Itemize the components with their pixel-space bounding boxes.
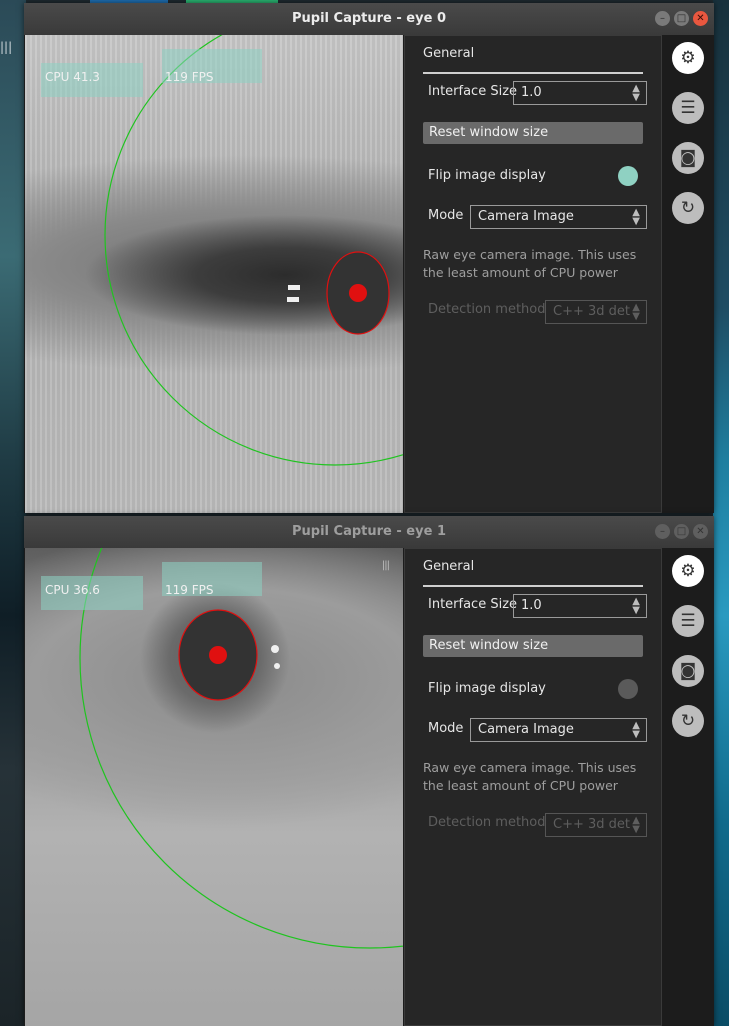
detection-method-value: C++ 3d det — [553, 817, 630, 832]
maximize-button[interactable]: □ — [674, 11, 689, 26]
3d-model-reset-icon[interactable]: ↻ — [672, 705, 704, 737]
reset-window-size-button[interactable]: Reset window size — [423, 635, 643, 657]
flip-image-toggle[interactable] — [618, 679, 638, 699]
general-settings-panel: General Interface Size 1.0 ▲ ▼ Reset wind… — [404, 35, 662, 513]
mode-value: Camera Image — [478, 722, 574, 737]
eye-camera-image[interactable]: CPU 41.3 119 FPS — [25, 35, 403, 513]
interface-size-select[interactable]: 1.0 ▲ ▼ — [513, 81, 647, 105]
glint — [274, 663, 280, 669]
desktop-background-left — [0, 0, 26, 1026]
chevron-down-icon: ▲ ▼ — [632, 720, 640, 740]
window-controls: – □ ✕ — [655, 11, 708, 26]
window-content: CPU 41.3 119 FPS General Interface Size … — [24, 35, 714, 513]
settings-gear-icon[interactable]: ⚙ — [672, 42, 704, 74]
glint — [271, 645, 279, 653]
chevron-down-icon: ▲ ▼ — [632, 83, 640, 103]
mode-select[interactable]: Camera Image ▲ ▼ — [470, 205, 647, 229]
minimize-button[interactable]: – — [655, 11, 670, 26]
mode-label: Mode — [428, 721, 464, 736]
chevron-down-icon: ▲ ▼ — [632, 207, 640, 227]
window-content: CPU 36.6 119 FPS ||| General Interface S… — [24, 548, 714, 1026]
flip-image-toggle[interactable] — [618, 166, 638, 186]
divider — [423, 72, 643, 74]
detection-method-label: Detection method — [428, 302, 546, 317]
minimize-button[interactable]: – — [655, 524, 670, 539]
interface-size-value: 1.0 — [521, 598, 542, 613]
menu-icon-bar: ⚙ ☰ ◙ ↻ — [662, 35, 714, 513]
eye-model-circle — [104, 35, 403, 466]
eye1-window: Pupil Capture - eye 1 – □ ✕ CPU 36.6 119… — [24, 516, 714, 1026]
eye0-window: Pupil Capture - eye 0 – □ ✕ CPU 41.3 119… — [24, 3, 714, 513]
plugin-list-icon[interactable]: ☰ — [672, 605, 704, 637]
camera-icon[interactable]: ◙ — [672, 142, 704, 174]
window-title: Pupil Capture - eye 0 — [292, 11, 446, 26]
eye-overlay — [79, 548, 403, 949]
maximize-button[interactable]: □ — [674, 524, 689, 539]
mode-description: Raw eye camera image. This uses the leas… — [423, 760, 637, 793]
mode-select[interactable]: Camera Image ▲ ▼ — [470, 718, 647, 742]
interface-size-value: 1.0 — [521, 85, 542, 100]
chevron-down-icon: ▲ ▼ — [632, 596, 640, 616]
eye-camera-image[interactable]: CPU 36.6 119 FPS ||| — [25, 548, 403, 1026]
cpu-readout: CPU 41.3 — [45, 70, 100, 84]
detection-method-select[interactable]: C++ 3d det ▲ ▼ — [545, 300, 647, 324]
mode-label: Mode — [428, 208, 464, 223]
panel-header: General — [423, 46, 475, 61]
chevron-down-icon: ▲ ▼ — [632, 302, 640, 322]
interface-size-label: Interface Size — [428, 597, 518, 612]
window-title: Pupil Capture - eye 1 — [292, 524, 446, 539]
flip-image-label: Flip image display — [428, 168, 546, 183]
3d-model-reset-icon[interactable]: ↻ — [672, 192, 704, 224]
eye-overlay — [104, 35, 403, 466]
detection-method-select[interactable]: C++ 3d det ▲ ▼ — [545, 813, 647, 837]
menu-icon-bar: ⚙ ☰ ◙ ↻ — [662, 548, 714, 1026]
fps-readout: 119 FPS — [165, 583, 214, 597]
plugin-list-icon[interactable]: ☰ — [672, 92, 704, 124]
close-button[interactable]: ✕ — [693, 11, 708, 26]
cpu-readout: CPU 36.6 — [45, 583, 100, 597]
interface-size-label: Interface Size — [428, 84, 518, 99]
desktop-grip-icon: ||| — [0, 40, 13, 54]
detection-method-label: Detection method — [428, 815, 546, 830]
window-controls: – □ ✕ — [655, 524, 708, 539]
reset-window-size-button[interactable]: Reset window size — [423, 122, 643, 144]
interface-size-select[interactable]: 1.0 ▲ ▼ — [513, 594, 647, 618]
camera-icon[interactable]: ◙ — [672, 655, 704, 687]
flip-image-label: Flip image display — [428, 681, 546, 696]
window-titlebar[interactable]: Pupil Capture - eye 1 – □ ✕ — [24, 516, 714, 548]
general-settings-panel: General Interface Size 1.0 ▲ ▼ Reset wind… — [404, 548, 662, 1026]
pupil-center-dot — [209, 646, 227, 664]
glint — [288, 285, 300, 290]
close-button[interactable]: ✕ — [693, 524, 708, 539]
mode-value: Camera Image — [478, 209, 574, 224]
panel-header: General — [423, 559, 475, 574]
detection-method-value: C++ 3d det — [553, 304, 630, 319]
graph-grip-icon[interactable]: ||| — [382, 560, 390, 571]
glint — [287, 297, 299, 302]
settings-gear-icon[interactable]: ⚙ — [672, 555, 704, 587]
pupil-center-dot — [349, 284, 367, 302]
mode-description: Raw eye camera image. This uses the leas… — [423, 247, 637, 280]
divider — [423, 585, 643, 587]
fps-readout: 119 FPS — [165, 70, 214, 84]
desktop-background-right — [713, 0, 729, 1026]
chevron-down-icon: ▲ ▼ — [632, 815, 640, 835]
window-titlebar[interactable]: Pupil Capture - eye 0 – □ ✕ — [24, 3, 714, 35]
